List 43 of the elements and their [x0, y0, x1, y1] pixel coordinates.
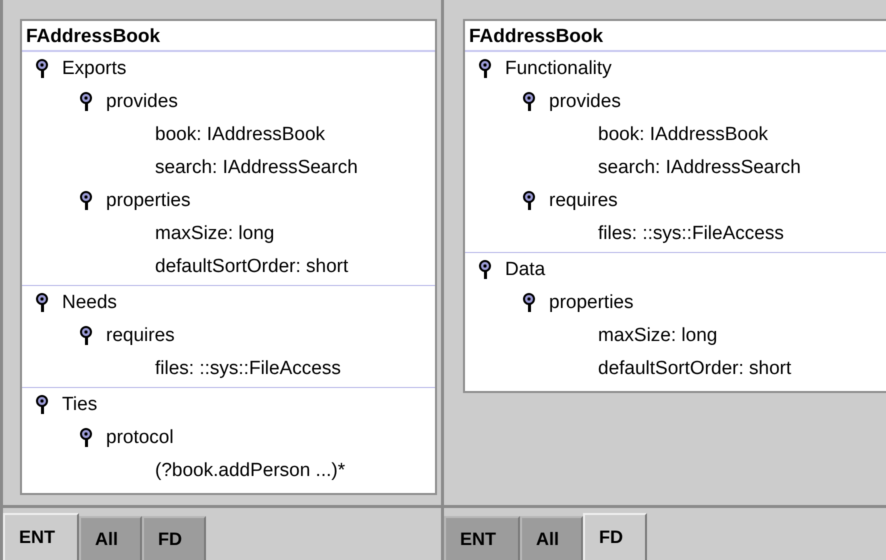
- tree-leaf: files: ::sys::FileAccess: [154, 358, 341, 380]
- pin-icon: [80, 326, 92, 346]
- tree-leaf: (?book.addPerson ...)*: [154, 460, 346, 482]
- tree-node[interactable]: requires: [106, 324, 175, 346]
- tree-node[interactable]: Ties: [62, 394, 98, 416]
- tree-leaf: maxSize: long: [154, 222, 274, 244]
- view-tab[interactable]: All: [520, 516, 584, 560]
- pin-icon: [523, 292, 535, 312]
- view-tab[interactable]: FD: [142, 516, 206, 560]
- tree-node[interactable]: Data: [505, 258, 546, 280]
- pin-icon: [80, 190, 92, 210]
- tree-node[interactable]: properties: [106, 190, 190, 212]
- tree-node[interactable]: protocol: [106, 426, 174, 448]
- tree-node[interactable]: provides: [106, 90, 178, 112]
- tree-node[interactable]: Functionality: [505, 58, 612, 80]
- tree-leaf: book: IAddressBook: [597, 124, 768, 146]
- card-title: FAddressBook: [465, 21, 886, 52]
- pin-icon: [36, 394, 48, 414]
- pin-icon: [80, 92, 92, 112]
- pin-icon: [80, 428, 92, 448]
- tree-leaf: files: ::sys::FileAccess: [597, 222, 784, 244]
- tree-node[interactable]: Needs: [62, 292, 117, 314]
- pin-icon: [523, 92, 535, 112]
- tree-leaf: defaultSortOrder: short: [597, 358, 792, 380]
- tree-node[interactable]: Exports: [62, 58, 126, 80]
- view-tab[interactable]: All: [79, 516, 142, 560]
- pin-icon: [36, 58, 48, 78]
- pin-icon: [523, 190, 535, 210]
- card-title: FAddressBook: [22, 21, 435, 52]
- tree-leaf: search: IAddressSearch: [597, 156, 801, 178]
- pin-icon: [479, 260, 491, 280]
- tree-leaf: maxSize: long: [597, 324, 718, 346]
- view-tab[interactable]: ENT: [3, 513, 79, 560]
- tree-node[interactable]: requires: [549, 190, 618, 212]
- tree-leaf: book: IAddressBook: [154, 124, 326, 146]
- pin-icon: [479, 58, 491, 78]
- view-tab[interactable]: FD: [583, 513, 648, 560]
- tree-leaf: defaultSortOrder: short: [154, 256, 348, 278]
- view-tab[interactable]: ENT: [444, 516, 520, 560]
- tree-leaf: search: IAddressSearch: [154, 156, 358, 178]
- tree-node[interactable]: provides: [549, 90, 621, 112]
- tree-node[interactable]: properties: [549, 292, 634, 314]
- pin-icon: [36, 292, 48, 312]
